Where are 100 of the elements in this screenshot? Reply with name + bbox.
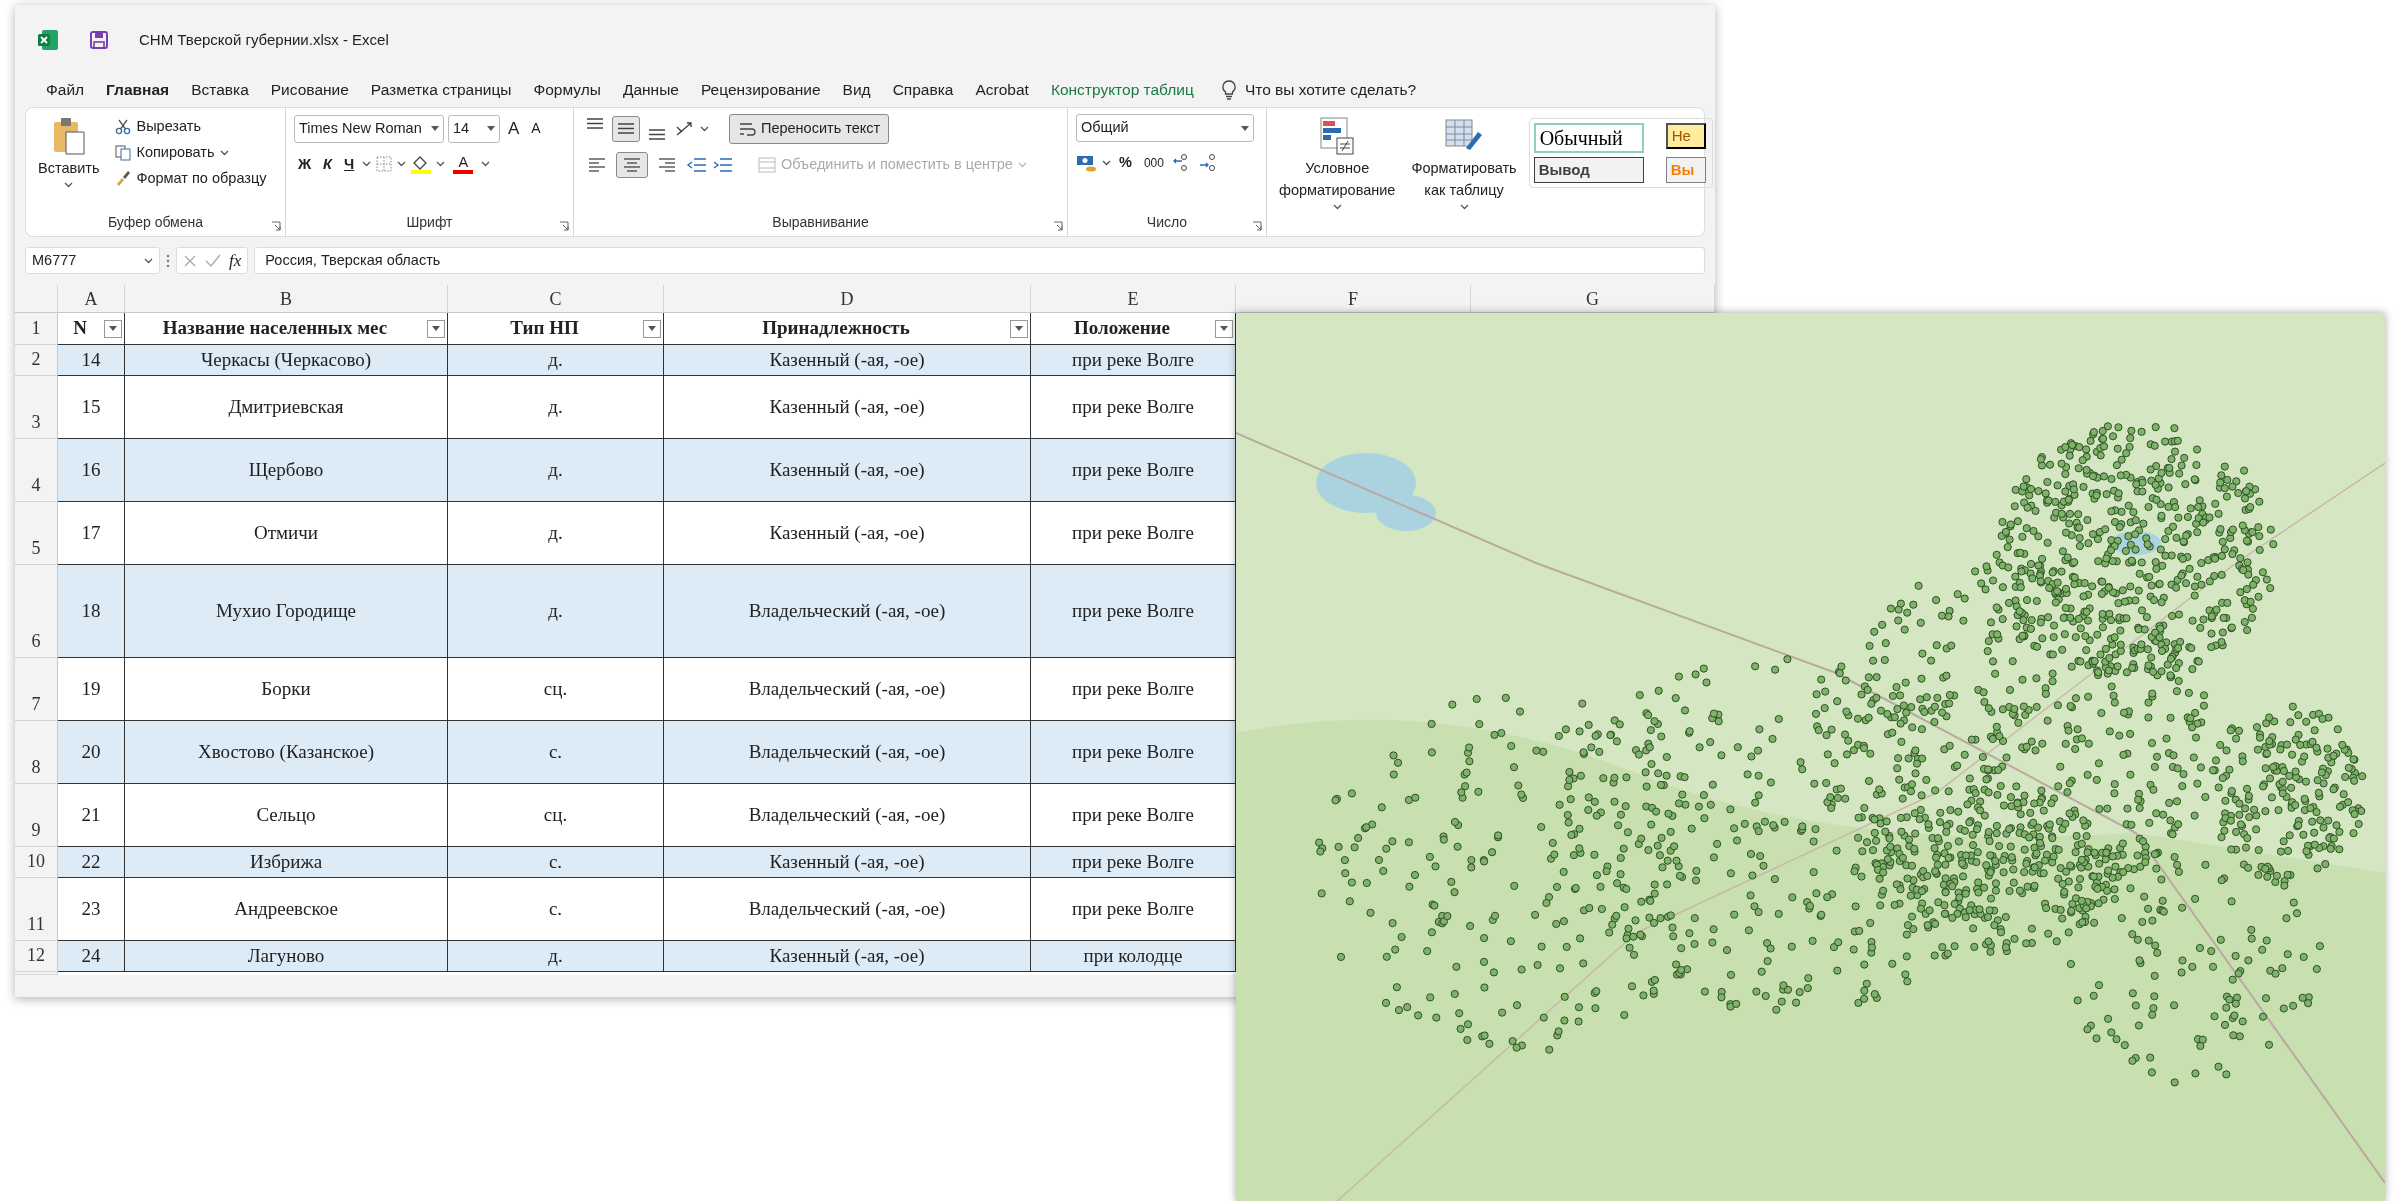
insert-function-button[interactable]: fx: [229, 247, 242, 274]
filter-button[interactable]: [104, 319, 122, 338]
percent-button[interactable]: %: [1115, 150, 1136, 176]
row-header[interactable]: 8: [15, 721, 58, 784]
spreadsheet-app-icon: [37, 29, 59, 51]
decrease-font-size-button[interactable]: A: [527, 116, 545, 142]
row-header[interactable]: 5: [15, 502, 58, 565]
filter-button[interactable]: [643, 319, 661, 338]
save-icon[interactable]: [89, 30, 109, 50]
column-heading: Название населенных мес: [162, 316, 388, 341]
ribbon-tab[interactable]: Конструктор таблиц: [1039, 76, 1205, 104]
row-header[interactable]: 9: [15, 784, 58, 847]
ribbon-tab[interactable]: Вид: [831, 76, 882, 104]
formula-input-field[interactable]: Россия, Тверская область: [254, 247, 1705, 274]
caret-icon: [362, 161, 372, 168]
dropdown-arrow-icon: [1015, 326, 1023, 331]
column-header[interactable]: C: [448, 285, 664, 313]
fill-color-icon[interactable]: [410, 154, 433, 175]
column-header[interactable]: B: [125, 285, 448, 313]
table-cell: 20: [58, 721, 125, 784]
table-cell: Казенный (-ая, -ое): [664, 439, 1031, 502]
copy-button[interactable]: Копировать: [111, 139, 271, 166]
dialog-launcher-icon[interactable]: [1053, 221, 1063, 231]
ribbon-tab[interactable]: Acrobat: [964, 76, 1040, 104]
conditional-formatting-button[interactable]: Условное форматирование: [1275, 114, 1400, 212]
ribbon-tab[interactable]: Разметка страницы: [359, 76, 523, 104]
dialog-launcher-icon[interactable]: [271, 221, 281, 231]
cell-style-item[interactable]: Вывод: [1533, 157, 1644, 183]
table-cell: 18: [58, 565, 125, 658]
font-color-button[interactable]: A: [449, 153, 478, 176]
vertical-align-button[interactable]: [612, 115, 640, 142]
increase-indent-icon[interactable]: [712, 155, 734, 174]
search-prompt[interactable]: Что вы хотите сделать?: [1244, 78, 1417, 102]
italic-button[interactable]: К: [319, 151, 337, 178]
number-format-field[interactable]: Общий: [1076, 114, 1254, 142]
row-header[interactable]: 11: [15, 878, 58, 941]
ribbon-tab[interactable]: Данные: [611, 76, 690, 104]
merge-cells-icon: [758, 156, 776, 173]
font-size-field[interactable]: 14: [448, 114, 500, 143]
format-painter-button[interactable]: Формат по образцу: [111, 165, 271, 192]
ribbon-tab[interactable]: Рисование: [259, 76, 360, 104]
ribbon-tab[interactable]: Рецензирование: [689, 76, 832, 104]
dialog-launcher-icon[interactable]: [1252, 221, 1262, 231]
column-heading: Положение: [1074, 316, 1170, 341]
ribbon-tab[interactable]: Формулы: [522, 76, 612, 104]
table-cell: с.: [448, 721, 664, 784]
clipboard-icon: [51, 116, 86, 156]
window-title: СНМ Тверской губернии.xlsx - Excel: [139, 29, 389, 50]
row-header[interactable]: 2: [15, 345, 58, 376]
row-header[interactable]: 12: [15, 941, 58, 972]
wrap-text-button[interactable]: Переносить текст: [729, 114, 890, 144]
column-header[interactable]: F: [1236, 285, 1471, 313]
table-cell: при реке Волге: [1031, 721, 1236, 784]
ribbon-tab[interactable]: Файл: [35, 76, 96, 104]
dropdown-arrow-icon: [648, 326, 656, 331]
thousands-separator-button[interactable]: 000: [1139, 151, 1168, 174]
filter-button[interactable]: [427, 319, 445, 338]
caret-icon: [700, 125, 709, 132]
font-name-field[interactable]: Times New Roman: [294, 114, 444, 143]
table-cell: д.: [448, 439, 664, 502]
increase-font-size-button[interactable]: A: [504, 114, 524, 144]
row-header[interactable]: 3: [15, 376, 58, 439]
cut-button[interactable]: Вырезать: [111, 114, 271, 140]
table-cell: Казенный (-ая, -ое): [664, 847, 1031, 878]
table-cell: Черкасы (Черкасово): [125, 345, 448, 376]
column-header[interactable]: G: [1471, 285, 1715, 313]
row-header[interactable]: 10: [15, 847, 58, 878]
group-label: Выравнивание: [771, 213, 870, 232]
dropdown-arrow-icon: [431, 126, 439, 132]
filter-button[interactable]: [1215, 319, 1233, 338]
ribbon-tab[interactable]: Справка: [881, 76, 965, 104]
ribbon-tab[interactable]: Вставка: [180, 76, 260, 104]
table-cell: Казенный (-ая, -ое): [664, 345, 1031, 376]
cell-style-item[interactable]: Не: [1665, 123, 1706, 149]
brush-icon: [115, 170, 132, 187]
row-header[interactable]: 4: [15, 439, 58, 502]
format-as-table-button[interactable]: Форматировать как таблицу: [1407, 114, 1521, 212]
ribbon-tab[interactable]: Главная: [95, 76, 181, 104]
column-header[interactable]: E: [1031, 285, 1236, 313]
horizontal-align-button[interactable]: [616, 151, 648, 178]
bold-button[interactable]: Ж: [294, 151, 316, 178]
decrease-indent-icon[interactable]: [686, 155, 708, 174]
lightbulb-icon[interactable]: [1220, 80, 1237, 100]
table-cell: при реке Волге: [1031, 847, 1236, 878]
dialog-launcher-icon[interactable]: [559, 221, 569, 231]
column-heading: Тип НП: [510, 316, 579, 341]
filter-button[interactable]: [1010, 319, 1028, 338]
more-options-icon[interactable]: [166, 253, 170, 268]
table-cell: д.: [448, 941, 664, 972]
paste-button[interactable]: Вставить: [34, 114, 104, 192]
dropdown-arrow-icon: [1241, 125, 1249, 131]
caret-icon: [64, 181, 74, 188]
column-header[interactable]: A: [58, 285, 125, 313]
column-header[interactable]: D: [664, 285, 1031, 313]
name-box[interactable]: M6777: [25, 247, 160, 274]
row-header[interactable]: 1: [15, 313, 58, 345]
underline-button[interactable]: Ч: [340, 151, 359, 178]
row-header[interactable]: 6: [15, 565, 58, 658]
row-header[interactable]: 7: [15, 658, 58, 721]
cell-style-item[interactable]: Обычный: [1533, 123, 1644, 153]
